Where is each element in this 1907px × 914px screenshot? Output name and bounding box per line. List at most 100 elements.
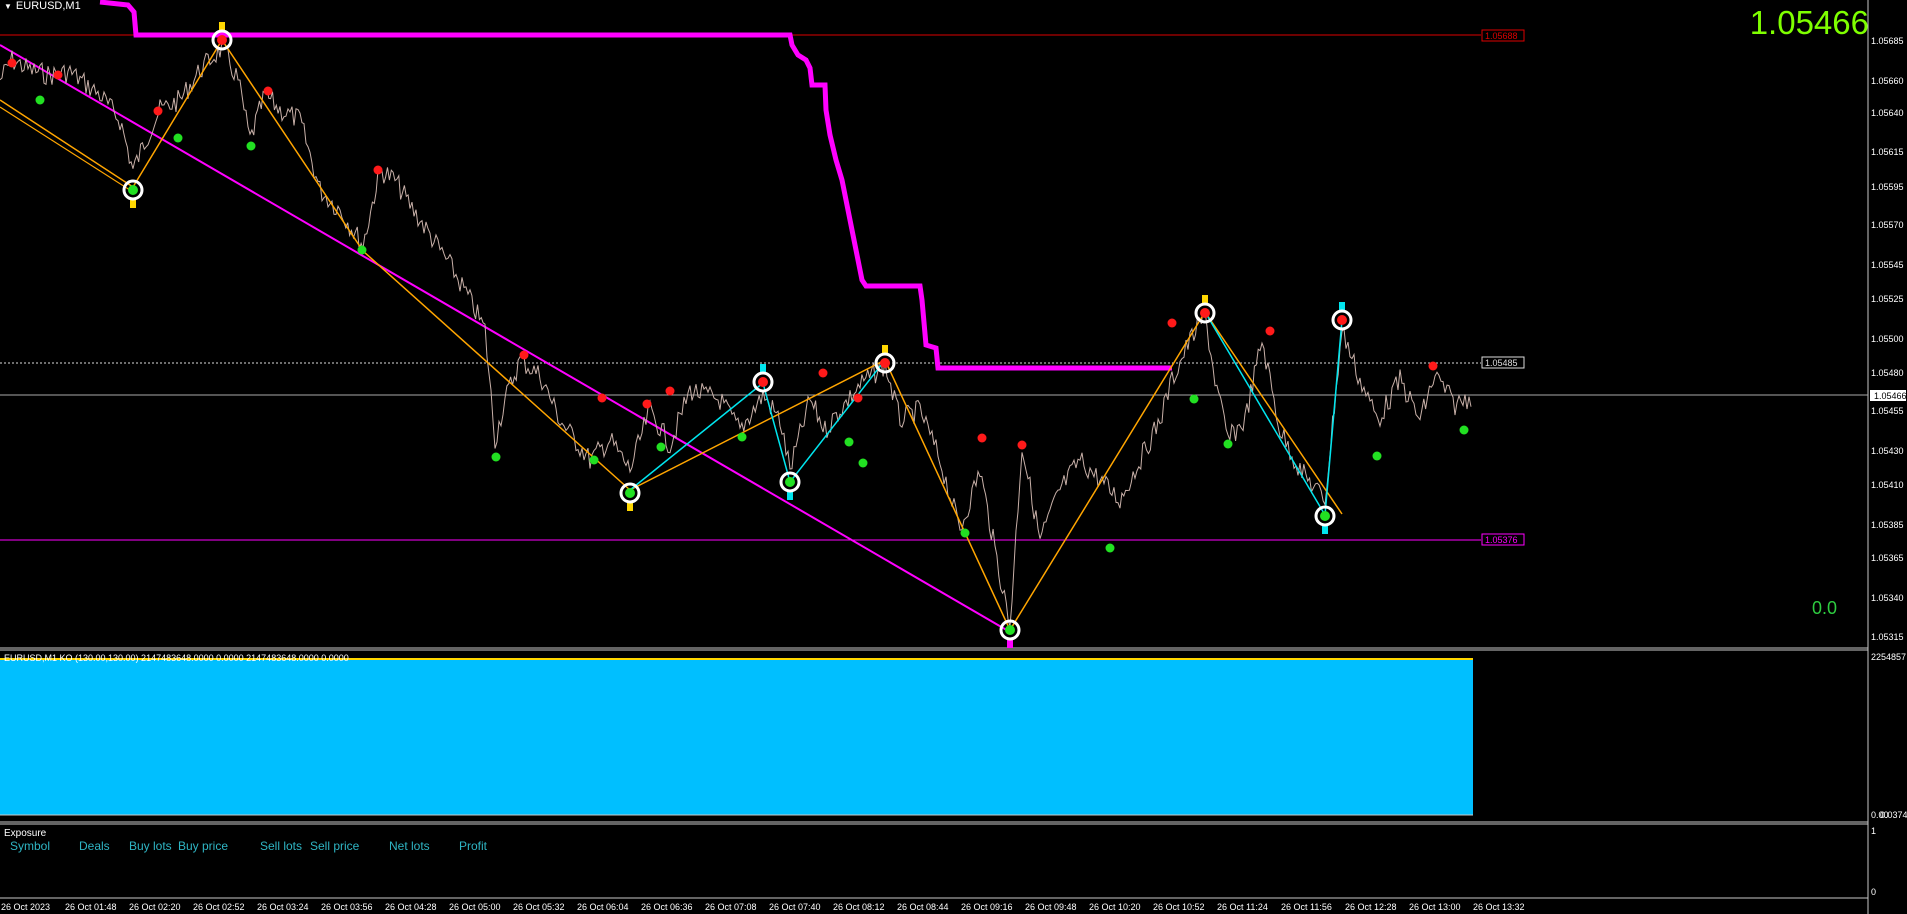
price-axis-tick: 1.05385 bbox=[1871, 520, 1904, 530]
time-axis-tick: 26 Oct 06:36 bbox=[641, 902, 693, 912]
sell-signal-icon bbox=[211, 22, 233, 51]
swing-high-dot bbox=[853, 393, 863, 403]
red-level-label: 1.05688 bbox=[1485, 31, 1518, 41]
price-axis-tick: 1.05340 bbox=[1871, 593, 1904, 603]
swing-high-dot bbox=[1167, 318, 1177, 328]
swing-low-dot bbox=[246, 141, 256, 151]
exposure-axis-bottom: 0 bbox=[1871, 887, 1877, 897]
signal-markers bbox=[122, 22, 1353, 648]
exposure-title: Exposure bbox=[4, 828, 47, 839]
sell-signal-icon bbox=[874, 345, 896, 374]
exposure-column-header[interactable]: Buy price bbox=[178, 839, 228, 853]
swing-high-dot bbox=[818, 368, 828, 378]
swing-high-dot bbox=[1428, 361, 1438, 371]
magenta-trendline bbox=[0, 44, 1011, 633]
time-axis-tick: 26 Oct 06:04 bbox=[577, 902, 629, 912]
price-axis-tick: 1.05365 bbox=[1871, 553, 1904, 563]
swing-high-dot bbox=[597, 393, 607, 403]
price-line-series bbox=[0, 39, 1472, 627]
zigzag-orange-line bbox=[0, 38, 1343, 632]
time-axis-tick: 26 Oct 02:20 bbox=[129, 902, 181, 912]
buy-signal-icon bbox=[122, 179, 144, 208]
exposure-column-header[interactable]: Buy lots bbox=[129, 839, 172, 853]
price-axis-tick: 1.05545 bbox=[1871, 260, 1904, 270]
current-price-display: 1.05466 bbox=[1749, 4, 1869, 41]
indicator-value-display: 0.0 bbox=[1811, 598, 1837, 618]
swing-low-dot bbox=[1372, 451, 1382, 461]
chart-canvas[interactable] bbox=[0, 0, 1907, 914]
magenta-level-label: 1.05376 bbox=[1485, 535, 1518, 545]
time-axis-tick: 26 Oct 08:44 bbox=[897, 902, 949, 912]
exposure-column-header[interactable]: Sell lots bbox=[260, 839, 302, 853]
swing-low-dot bbox=[656, 442, 666, 452]
swing-high-dot bbox=[1017, 440, 1027, 450]
price-axis-tick: 1.05615 bbox=[1871, 147, 1904, 157]
time-axis-tick: 26 Oct 09:16 bbox=[961, 902, 1013, 912]
time-axis-tick: 26 Oct 04:28 bbox=[385, 902, 437, 912]
buy-signal-icon bbox=[779, 471, 801, 500]
time-axis-tick: 26 Oct 10:52 bbox=[1153, 902, 1205, 912]
buy-signal-icon bbox=[999, 619, 1021, 648]
histogram-fill bbox=[0, 660, 1473, 815]
price-axis-tick: 1.05525 bbox=[1871, 294, 1904, 304]
time-axis-tick: 26 Oct 13:00 bbox=[1409, 902, 1461, 912]
time-axis-tick: 26 Oct 05:32 bbox=[513, 902, 565, 912]
time-axis-tick: 26 Oct 10:20 bbox=[1089, 902, 1141, 912]
exposure-column-header[interactable]: Sell price bbox=[310, 839, 359, 853]
time-axis-tick: 26 Oct 01:48 bbox=[65, 902, 117, 912]
buy-signal-icon bbox=[1314, 505, 1336, 534]
swing-low-dot bbox=[589, 455, 599, 465]
swing-high-dot bbox=[53, 70, 63, 80]
exposure-column-header[interactable]: Deals bbox=[79, 839, 110, 853]
swing-low-dot bbox=[737, 432, 747, 442]
price-axis-tick: 1.05455 bbox=[1871, 406, 1904, 416]
time-axis-tick: 26 Oct 03:56 bbox=[321, 902, 373, 912]
chart-title[interactable]: ▼ EURUSD,M1 bbox=[4, 0, 81, 12]
dropdown-triangle-icon[interactable]: ▼ bbox=[4, 2, 12, 11]
swing-low-dot bbox=[960, 528, 970, 538]
price-axis-tick: 1.05430 bbox=[1871, 446, 1904, 456]
swing-high-dot bbox=[642, 399, 652, 409]
swing-high-dot bbox=[1265, 326, 1275, 336]
time-axis-tick: 26 Oct 08:12 bbox=[833, 902, 885, 912]
exposure-column-header[interactable]: Symbol bbox=[10, 839, 50, 853]
swing-high-dot bbox=[665, 386, 675, 396]
price-axis-tick: 1.05660 bbox=[1871, 76, 1904, 86]
dotted-level-label: 1.05485 bbox=[1485, 358, 1518, 368]
time-axis-tick: 26 Oct 05:00 bbox=[449, 902, 501, 912]
price-axis-tick: 1.05570 bbox=[1871, 220, 1904, 230]
swing-low-dot bbox=[357, 245, 367, 255]
exposure-column-header[interactable]: Profit bbox=[459, 839, 487, 853]
price-axis-tick: 1.05640 bbox=[1871, 108, 1904, 118]
swing-high-dot bbox=[153, 106, 163, 116]
time-axis-tick: 26 Oct 09:48 bbox=[1025, 902, 1077, 912]
indicator-axis-top: 2254857 bbox=[1871, 652, 1907, 662]
swing-low-dot bbox=[858, 458, 868, 468]
indicator-label: EURUSD,M1 KO (130.00,130.00) 2147483648.… bbox=[4, 653, 349, 663]
swing-low-dot bbox=[35, 95, 45, 105]
time-axis-tick: 26 Oct 03:24 bbox=[257, 902, 309, 912]
swing-high-dot bbox=[519, 350, 529, 360]
time-axis-tick: 26 Oct 07:08 bbox=[705, 902, 757, 912]
swing-low-dot bbox=[1459, 425, 1469, 435]
price-axis-tick: 1.05410 bbox=[1871, 480, 1904, 490]
price-line bbox=[0, 39, 1472, 627]
time-axis-tick: 26 Oct 02:52 bbox=[193, 902, 245, 912]
price-axis-tick: 1.05500 bbox=[1871, 334, 1904, 344]
swing-low-dot bbox=[844, 437, 854, 447]
price-axis-tick: 1.05315 bbox=[1871, 632, 1904, 642]
time-axis-tick: 26 Oct 11:24 bbox=[1217, 902, 1268, 912]
sell-signal-icon bbox=[1331, 302, 1353, 331]
sell-signal-icon bbox=[1194, 295, 1216, 324]
time-axis-tick: 26 Oct 07:40 bbox=[769, 902, 821, 912]
sell-signal-icon bbox=[752, 364, 774, 393]
swing-dots bbox=[7, 58, 1469, 553]
exposure-axis-top: 1 bbox=[1871, 826, 1877, 836]
swing-low-dot bbox=[173, 133, 183, 143]
exposure-column-header[interactable]: Net lots bbox=[389, 839, 430, 853]
time-axis-tick: 26 Oct 2023 bbox=[1, 902, 51, 912]
bid-price-label: 1.05466 bbox=[1874, 391, 1907, 401]
time-axis-tick: 26 Oct 13:32 bbox=[1473, 902, 1525, 912]
price-axis-tick: 1.05480 bbox=[1871, 368, 1904, 378]
price-axis-tick: 1.05685 bbox=[1871, 36, 1904, 46]
